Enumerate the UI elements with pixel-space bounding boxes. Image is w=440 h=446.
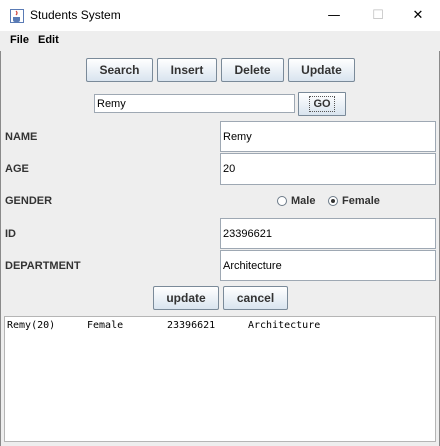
close-button[interactable]: ✕ bbox=[396, 0, 440, 31]
delete-button[interactable]: Delete bbox=[221, 58, 284, 82]
male-radio[interactable] bbox=[277, 196, 287, 206]
minimize-button[interactable]: — bbox=[312, 0, 356, 31]
cancel-button[interactable]: cancel bbox=[223, 286, 288, 310]
maximize-button[interactable]: ☐ bbox=[356, 0, 400, 31]
window-title: Students System bbox=[30, 8, 121, 22]
age-field[interactable]: 20 bbox=[220, 153, 436, 185]
female-radio[interactable] bbox=[328, 196, 338, 206]
result-name-age: Remy(20) bbox=[7, 320, 56, 331]
name-label: NAME bbox=[5, 131, 38, 143]
results-textarea[interactable]: Remy(20) Female 23396621 Architecture bbox=[4, 316, 436, 442]
male-radio-label[interactable]: Male bbox=[291, 195, 315, 207]
female-radio-label[interactable]: Female bbox=[342, 195, 380, 207]
go-button[interactable]: GO bbox=[298, 92, 346, 116]
menu-file[interactable]: File bbox=[10, 34, 29, 46]
department-label: DEPARTMENT bbox=[5, 260, 81, 272]
age-label: AGE bbox=[5, 163, 29, 175]
menu-bar: File Edit bbox=[0, 31, 440, 51]
id-label: ID bbox=[5, 228, 16, 240]
department-field[interactable]: Architecture bbox=[220, 250, 436, 281]
title-bar[interactable]: Students System — ☐ ✕ bbox=[0, 0, 440, 31]
update-action-button[interactable]: Update bbox=[288, 58, 355, 82]
result-department: Architecture bbox=[248, 320, 321, 331]
menu-edit[interactable]: Edit bbox=[38, 34, 59, 46]
java-cup-icon bbox=[10, 9, 24, 23]
name-field[interactable]: Remy bbox=[220, 121, 436, 152]
insert-button[interactable]: Insert bbox=[157, 58, 217, 82]
result-id: 23396621 bbox=[167, 320, 216, 331]
search-button[interactable]: Search bbox=[86, 58, 153, 82]
search-input[interactable]: Remy bbox=[94, 94, 295, 113]
id-field[interactable]: 23396621 bbox=[220, 218, 436, 249]
gender-label: GENDER bbox=[5, 195, 53, 207]
go-button-label: GO bbox=[309, 96, 335, 112]
update-button[interactable]: update bbox=[153, 286, 219, 310]
result-gender: Female bbox=[87, 320, 124, 331]
window-border-left bbox=[0, 0, 1, 446]
app-window: Students System — ☐ ✕ File Edit Search I… bbox=[0, 0, 440, 446]
